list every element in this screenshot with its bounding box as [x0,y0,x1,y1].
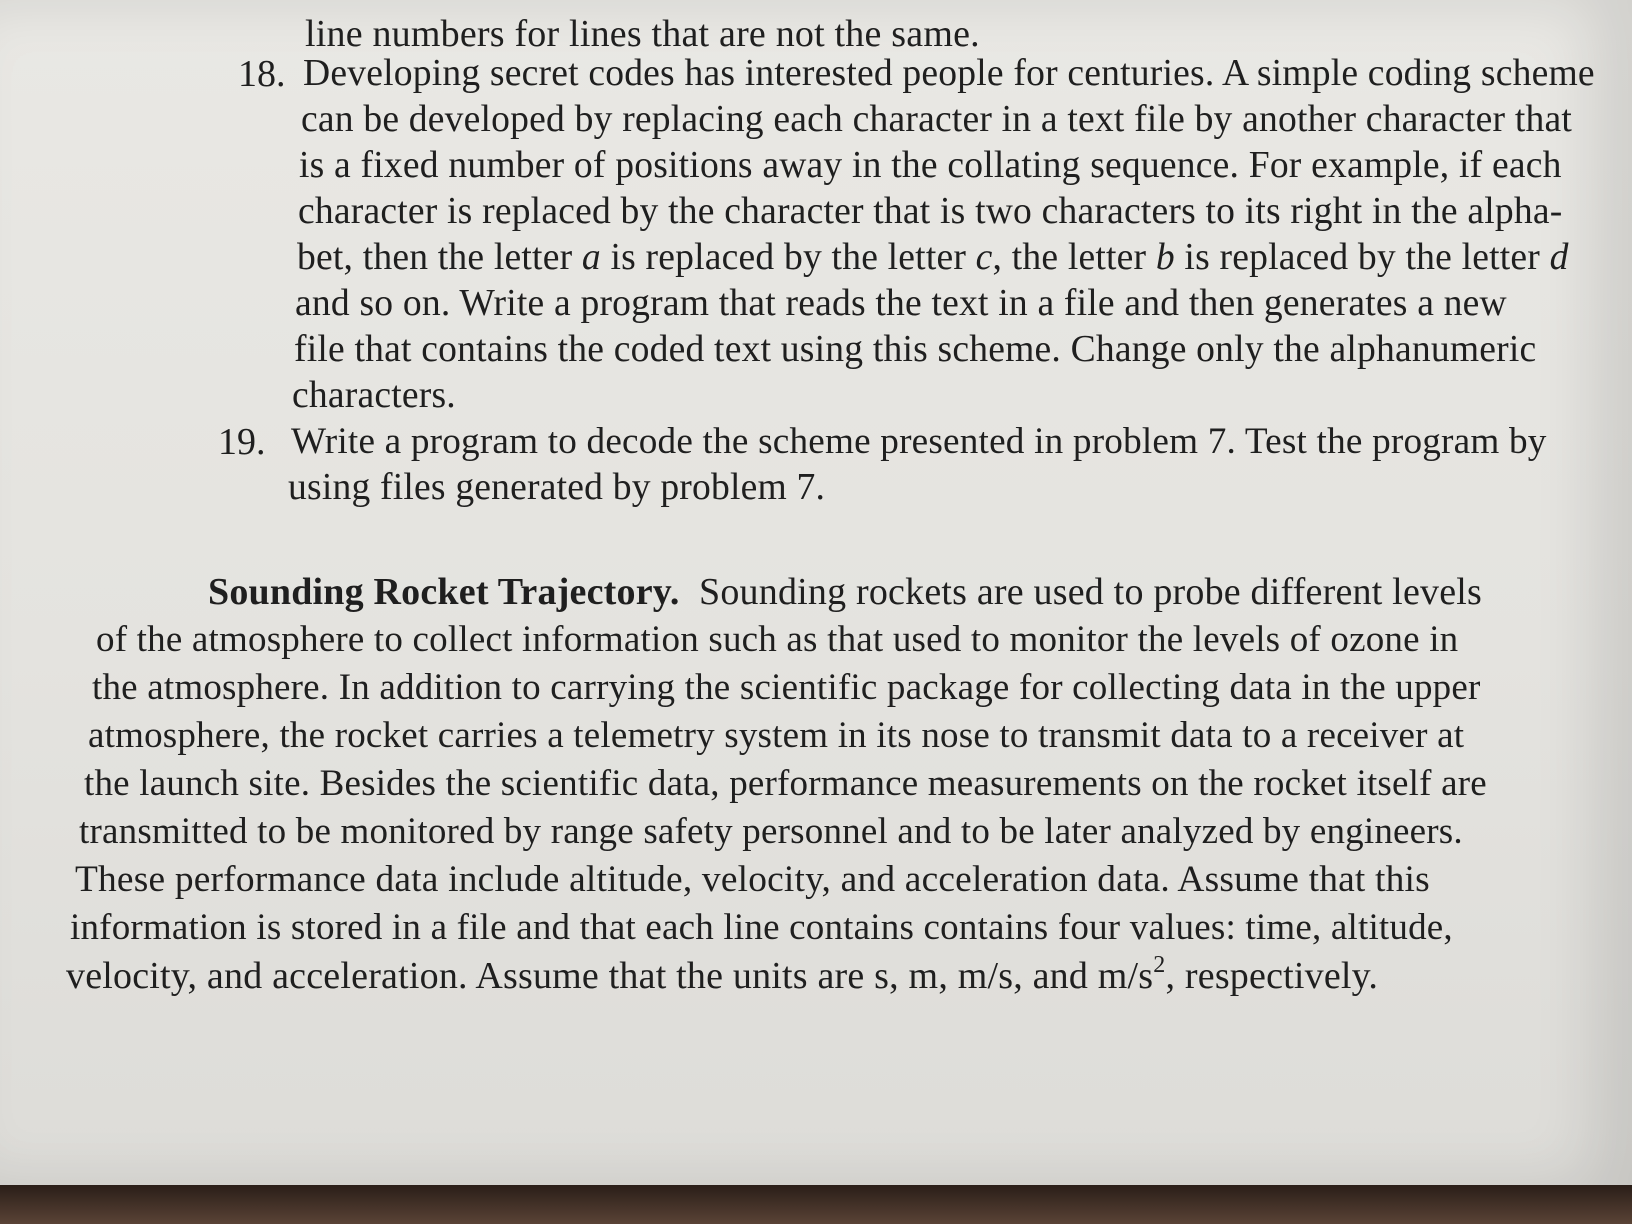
item-19-line-2: using files generated by problem 7. [288,467,826,508]
section-line-9-text: velocity, and acceleration. Assume that … [66,955,1154,997]
item-18-line-8: characters. [292,375,456,416]
section-line-1: Sounding Rocket Trajectory. Sounding roc… [208,570,1482,614]
section-line-9: velocity, and acceleration. Assume that … [66,952,1379,998]
section-line-2: of the atmosphere to collect information… [96,619,1459,660]
item-18-line-7: file that contains the coded text using … [294,329,1537,370]
desk-surface [0,1185,1632,1224]
section-line-9-end: , respectively. [1165,955,1379,997]
item-18-line-5-part-a: bet, then the letter [297,237,582,278]
section-line-3: the atmosphere. In addition to carrying … [92,667,1481,708]
item-18-var-c: c [975,237,993,278]
item-18-line-5-part-b: is replaced by the letter [600,237,976,278]
item-18-line-2: can be developed by replacing each chara… [301,99,1573,140]
item-18-var-b: b [1155,237,1175,278]
item-18-line-5-part-c: , the letter [992,237,1156,278]
item-18-line-4: character is replaced by the character t… [298,191,1563,232]
item-18-line-5-part-d: is replaced by the letter [1174,237,1550,278]
item-18-var-a: a [581,237,601,278]
item-18-line-1: Developing secret codes has interested p… [303,53,1595,94]
section-line-1-text: Sounding rockets are used to probe diffe… [699,571,1483,613]
squared-superscript: 2 [1153,952,1166,979]
section-line-8: information is stored in a file and that… [70,907,1453,948]
section-line-6: transmitted to be monitored by range saf… [79,811,1463,852]
item-18-number: 18. [238,53,286,95]
section-line-4: atmosphere, the rocket carries a telemet… [88,715,1465,756]
book-page: line numbers for lines that are not the … [0,0,1632,1185]
section-heading: Sounding Rocket Trajectory. [208,571,680,613]
item-18-line-6: and so on. Write a program that reads th… [295,283,1507,324]
previous-item-tail: line numbers for lines that are not the … [305,13,980,55]
item-19-number: 19. [218,421,266,463]
item-18-line-3: is a fixed number of positions away in t… [299,145,1562,186]
section-line-7: These performance data include altitude,… [75,859,1430,900]
item-18-line-5: bet, then the letter a is replaced by th… [297,236,1569,280]
section-line-5: the launch site. Besides the scientific … [84,763,1487,804]
item-18-var-d: d [1549,237,1569,278]
item-19-line-1: Write a program to decode the scheme pre… [291,421,1547,462]
